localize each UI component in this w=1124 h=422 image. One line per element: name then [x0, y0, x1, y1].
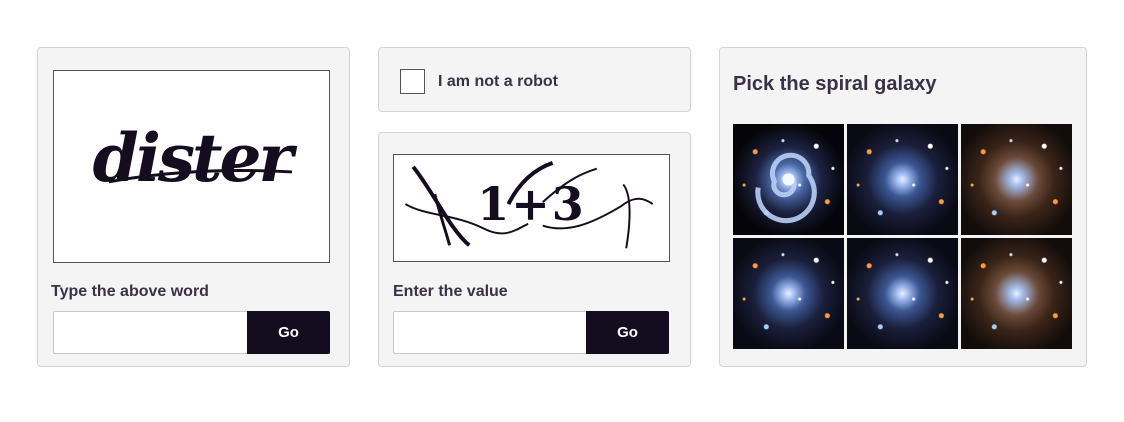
- galaxy-tile-irregular-3[interactable]: [847, 238, 958, 349]
- math-answer-input[interactable]: [393, 311, 587, 354]
- math-captcha-image: 1+3: [393, 154, 670, 262]
- captcha-expression: 1+3: [477, 177, 586, 231]
- robot-check-panel: I am not a robot: [378, 47, 691, 112]
- image-captcha-title: Pick the spiral galaxy: [733, 73, 937, 95]
- word-captcha-image: dister: [53, 70, 330, 263]
- word-go-button[interactable]: Go: [247, 311, 330, 354]
- word-prompt-label: Type the above word: [51, 283, 209, 300]
- robot-checkbox[interactable]: [400, 69, 425, 94]
- robot-checkbox-label: I am not a robot: [438, 73, 558, 90]
- image-captcha-panel: Pick the spiral galaxy: [719, 47, 1087, 367]
- galaxy-tile-cluster-2[interactable]: [961, 238, 1072, 349]
- galaxy-grid: [733, 124, 1072, 349]
- math-go-button[interactable]: Go: [586, 311, 669, 354]
- galaxy-tile-irregular-1[interactable]: [847, 124, 958, 235]
- galaxy-tile-irregular-2[interactable]: [733, 238, 844, 349]
- galaxy-tile-spiral[interactable]: [733, 124, 844, 235]
- spiral-galaxy-icon: [755, 152, 817, 224]
- word-answer-input[interactable]: [53, 311, 248, 354]
- strike-line: [108, 168, 293, 184]
- galaxy-tile-cluster-1[interactable]: [961, 124, 1072, 235]
- math-captcha-panel: 1+3 Enter the value Go: [378, 132, 691, 367]
- math-prompt-label: Enter the value: [393, 283, 508, 300]
- word-captcha-panel: dister Type the above word Go: [37, 47, 350, 367]
